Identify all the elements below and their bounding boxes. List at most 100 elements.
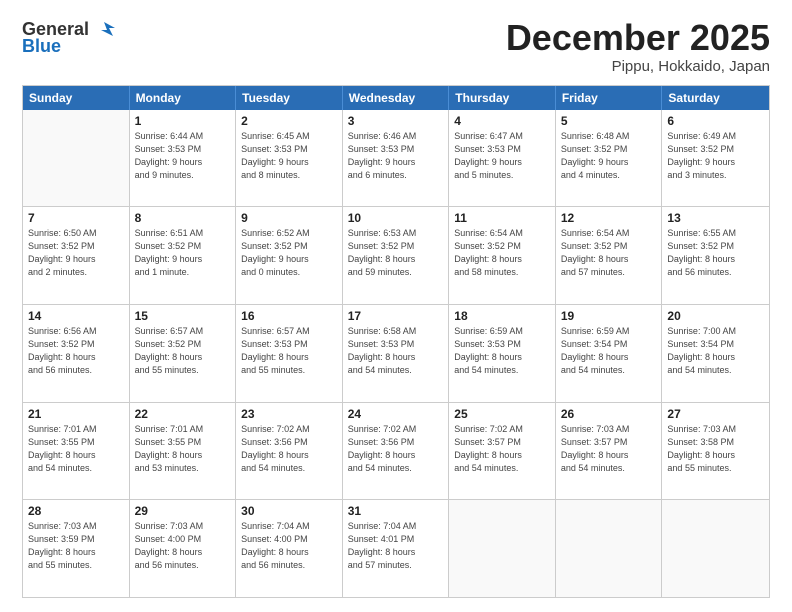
calendar-cell: 15 Sunrise: 6:57 AM Sunset: 3:52 PM Dayli… <box>130 305 237 402</box>
calendar-week: 7 Sunrise: 6:50 AM Sunset: 3:52 PM Daylig… <box>23 207 769 305</box>
cell-sun-info: Sunrise: 6:50 AM Sunset: 3:52 PM Dayligh… <box>28 227 124 279</box>
cell-sun-info: Sunrise: 6:44 AM Sunset: 3:53 PM Dayligh… <box>135 130 231 182</box>
cell-sun-info: Sunrise: 6:47 AM Sunset: 3:53 PM Dayligh… <box>454 130 550 182</box>
day-number: 23 <box>241 407 337 421</box>
logo-blue-text: Blue <box>22 36 61 57</box>
cell-sun-info: Sunrise: 6:59 AM Sunset: 3:54 PM Dayligh… <box>561 325 657 377</box>
cell-sun-info: Sunrise: 6:46 AM Sunset: 3:53 PM Dayligh… <box>348 130 444 182</box>
day-number: 4 <box>454 114 550 128</box>
cell-sun-info: Sunrise: 6:52 AM Sunset: 3:52 PM Dayligh… <box>241 227 337 279</box>
cell-sun-info: Sunrise: 6:57 AM Sunset: 3:52 PM Dayligh… <box>135 325 231 377</box>
calendar-cell: 1 Sunrise: 6:44 AM Sunset: 3:53 PM Daylig… <box>130 110 237 207</box>
day-number: 14 <box>28 309 124 323</box>
calendar-cell <box>23 110 130 207</box>
calendar-cell: 21 Sunrise: 7:01 AM Sunset: 3:55 PM Dayli… <box>23 403 130 500</box>
cell-sun-info: Sunrise: 6:54 AM Sunset: 3:52 PM Dayligh… <box>561 227 657 279</box>
day-number: 1 <box>135 114 231 128</box>
cell-sun-info: Sunrise: 7:03 AM Sunset: 3:58 PM Dayligh… <box>667 423 764 475</box>
calendar-cell: 6 Sunrise: 6:49 AM Sunset: 3:52 PM Daylig… <box>662 110 769 207</box>
day-number: 5 <box>561 114 657 128</box>
cell-sun-info: Sunrise: 6:51 AM Sunset: 3:52 PM Dayligh… <box>135 227 231 279</box>
calendar-day-header: Monday <box>130 86 237 110</box>
calendar-cell: 8 Sunrise: 6:51 AM Sunset: 3:52 PM Daylig… <box>130 207 237 304</box>
day-number: 9 <box>241 211 337 225</box>
calendar-cell: 31Sunrise: 7:04 AM Sunset: 4:01 PM Dayli… <box>343 500 450 597</box>
day-number: 21 <box>28 407 124 421</box>
calendar-cell: 10Sunrise: 6:53 AM Sunset: 3:52 PM Dayli… <box>343 207 450 304</box>
calendar-cell: 24Sunrise: 7:02 AM Sunset: 3:56 PM Dayli… <box>343 403 450 500</box>
calendar-cell: 4 Sunrise: 6:47 AM Sunset: 3:53 PM Daylig… <box>449 110 556 207</box>
calendar-cell: 28Sunrise: 7:03 AM Sunset: 3:59 PM Dayli… <box>23 500 130 597</box>
calendar-cell: 17 Sunrise: 6:58 AM Sunset: 3:53 PM Dayli… <box>343 305 450 402</box>
calendar-cell <box>556 500 663 597</box>
day-number: 26 <box>561 407 657 421</box>
calendar-cell: 26 Sunrise: 7:03 AM Sunset: 3:57 PM Dayli… <box>556 403 663 500</box>
cell-sun-info: Sunrise: 7:03 AM Sunset: 3:59 PM Dayligh… <box>28 520 124 572</box>
calendar-cell: 9 Sunrise: 6:52 AM Sunset: 3:52 PM Daylig… <box>236 207 343 304</box>
day-number: 29 <box>135 504 231 518</box>
month-title: December 2025 <box>506 18 770 58</box>
cell-sun-info: Sunrise: 7:01 AM Sunset: 3:55 PM Dayligh… <box>28 423 124 475</box>
page: General Blue December 2025 Pippu, Hokkai… <box>0 0 792 612</box>
header: General Blue December 2025 Pippu, Hokkai… <box>22 18 770 75</box>
day-number: 31 <box>348 504 444 518</box>
cell-sun-info: Sunrise: 6:48 AM Sunset: 3:52 PM Dayligh… <box>561 130 657 182</box>
day-number: 6 <box>667 114 764 128</box>
cell-sun-info: Sunrise: 7:03 AM Sunset: 3:57 PM Dayligh… <box>561 423 657 475</box>
calendar-cell: 13Sunrise: 6:55 AM Sunset: 3:52 PM Dayli… <box>662 207 769 304</box>
day-number: 13 <box>667 211 764 225</box>
day-number: 12 <box>561 211 657 225</box>
calendar-cell: 27 Sunrise: 7:03 AM Sunset: 3:58 PM Dayli… <box>662 403 769 500</box>
calendar-cell <box>662 500 769 597</box>
day-number: 19 <box>561 309 657 323</box>
calendar-cell: 16 Sunrise: 6:57 AM Sunset: 3:53 PM Dayli… <box>236 305 343 402</box>
day-number: 25 <box>454 407 550 421</box>
logo: General Blue <box>22 18 115 57</box>
cell-sun-info: Sunrise: 6:56 AM Sunset: 3:52 PM Dayligh… <box>28 325 124 377</box>
calendar-week: 21 Sunrise: 7:01 AM Sunset: 3:55 PM Dayli… <box>23 403 769 501</box>
calendar-cell: 11Sunrise: 6:54 AM Sunset: 3:52 PM Dayli… <box>449 207 556 304</box>
cell-sun-info: Sunrise: 6:59 AM Sunset: 3:53 PM Dayligh… <box>454 325 550 377</box>
calendar-day-header: Sunday <box>23 86 130 110</box>
cell-sun-info: Sunrise: 7:03 AM Sunset: 4:00 PM Dayligh… <box>135 520 231 572</box>
day-number: 3 <box>348 114 444 128</box>
cell-sun-info: Sunrise: 6:54 AM Sunset: 3:52 PM Dayligh… <box>454 227 550 279</box>
cell-sun-info: Sunrise: 6:58 AM Sunset: 3:53 PM Dayligh… <box>348 325 444 377</box>
calendar-cell: 5 Sunrise: 6:48 AM Sunset: 3:52 PM Daylig… <box>556 110 663 207</box>
calendar-header: SundayMondayTuesdayWednesdayThursdayFrid… <box>23 86 769 110</box>
logo-bird-icon <box>93 18 115 40</box>
calendar-day-header: Tuesday <box>236 86 343 110</box>
day-number: 22 <box>135 407 231 421</box>
day-number: 15 <box>135 309 231 323</box>
calendar-cell: 2Sunrise: 6:45 AM Sunset: 3:53 PM Daylig… <box>236 110 343 207</box>
calendar-cell: 23 Sunrise: 7:02 AM Sunset: 3:56 PM Dayli… <box>236 403 343 500</box>
calendar-cell <box>449 500 556 597</box>
calendar-cell: 22Sunrise: 7:01 AM Sunset: 3:55 PM Dayli… <box>130 403 237 500</box>
calendar-cell: 29 Sunrise: 7:03 AM Sunset: 4:00 PM Dayli… <box>130 500 237 597</box>
cell-sun-info: Sunrise: 7:04 AM Sunset: 4:00 PM Dayligh… <box>241 520 337 572</box>
day-number: 30 <box>241 504 337 518</box>
calendar-cell: 7 Sunrise: 6:50 AM Sunset: 3:52 PM Daylig… <box>23 207 130 304</box>
day-number: 7 <box>28 211 124 225</box>
day-number: 17 <box>348 309 444 323</box>
calendar-day-header: Saturday <box>662 86 769 110</box>
calendar-day-header: Wednesday <box>343 86 450 110</box>
title-block: December 2025 Pippu, Hokkaido, Japan <box>506 18 770 75</box>
calendar-week: 28Sunrise: 7:03 AM Sunset: 3:59 PM Dayli… <box>23 500 769 597</box>
day-number: 8 <box>135 211 231 225</box>
calendar-week: 14 Sunrise: 6:56 AM Sunset: 3:52 PM Dayli… <box>23 305 769 403</box>
cell-sun-info: Sunrise: 6:57 AM Sunset: 3:53 PM Dayligh… <box>241 325 337 377</box>
day-number: 27 <box>667 407 764 421</box>
cell-sun-info: Sunrise: 7:00 AM Sunset: 3:54 PM Dayligh… <box>667 325 764 377</box>
calendar-cell: 3 Sunrise: 6:46 AM Sunset: 3:53 PM Daylig… <box>343 110 450 207</box>
cell-sun-info: Sunrise: 7:02 AM Sunset: 3:56 PM Dayligh… <box>241 423 337 475</box>
cell-sun-info: Sunrise: 6:45 AM Sunset: 3:53 PM Dayligh… <box>241 130 337 182</box>
cell-sun-info: Sunrise: 6:49 AM Sunset: 3:52 PM Dayligh… <box>667 130 764 182</box>
location-subtitle: Pippu, Hokkaido, Japan <box>506 58 770 75</box>
calendar: SundayMondayTuesdayWednesdayThursdayFrid… <box>22 85 770 598</box>
calendar-week: 1 Sunrise: 6:44 AM Sunset: 3:53 PM Daylig… <box>23 110 769 208</box>
day-number: 16 <box>241 309 337 323</box>
cell-sun-info: Sunrise: 7:02 AM Sunset: 3:56 PM Dayligh… <box>348 423 444 475</box>
cell-sun-info: Sunrise: 7:02 AM Sunset: 3:57 PM Dayligh… <box>454 423 550 475</box>
calendar-cell: 12 Sunrise: 6:54 AM Sunset: 3:52 PM Dayli… <box>556 207 663 304</box>
